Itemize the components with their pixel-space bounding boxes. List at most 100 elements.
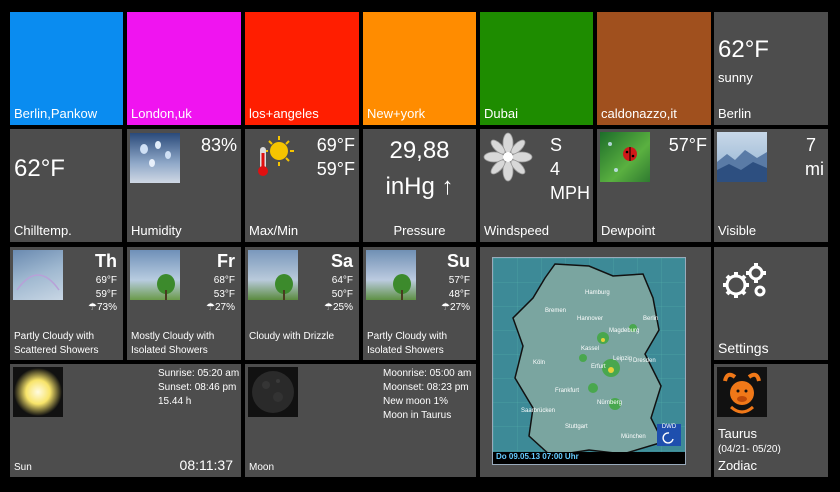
city-tile[interactable]: Dubai (480, 12, 593, 125)
city-name: Berlin,Pankow (14, 106, 98, 121)
dewpoint-tile[interactable]: 57°F Dewpoint (597, 129, 711, 242)
forecast-desc-line1: Cloudy with Drizzle (249, 331, 335, 342)
current-condition: sunny (718, 70, 753, 85)
map-city-label: Bremen (545, 308, 567, 314)
forecast-rain-chance: ☂25% (324, 302, 353, 313)
visible-value: 7 (805, 135, 816, 155)
pressure-tile[interactable]: 29,88 inHg ↑ Pressure (363, 129, 476, 242)
zodiac-range: (04/21- 05/20) (718, 444, 781, 455)
day-length: 15.44 h (158, 396, 192, 407)
city-name: los+angeles (249, 106, 319, 121)
city-tile[interactable]: New+york (363, 12, 476, 125)
forecast-high: 64°F (331, 275, 353, 286)
chill-label: Chilltemp. (14, 223, 72, 238)
map-city-label: Nürnberg (597, 400, 623, 406)
settings-tile[interactable]: Settings (714, 247, 828, 360)
city-tile[interactable]: Berlin,Pankow (10, 12, 123, 125)
wind-label: Windspeed (484, 223, 550, 238)
humidity-label: Humidity (131, 223, 182, 238)
city-tile[interactable]: London,uk (127, 12, 241, 125)
forecast-desc-line2: Isolated Showers (131, 345, 208, 356)
moon-tile[interactable]: Moonrise: 05:00 am Moonset: 08:23 pm New… (245, 364, 476, 477)
map-city-label: Berlin (643, 316, 659, 322)
wind-fan-icon (482, 131, 534, 183)
city-name: caldonazzo,it (601, 106, 677, 121)
sun-tile[interactable]: Sunrise: 05:20 am Sunset: 08:46 pm 15.44… (10, 364, 241, 477)
forecast-desc-line2: Isolated Showers (367, 345, 444, 356)
moon-label: Moon (249, 462, 275, 473)
visible-tile[interactable]: 7 mi Visible (714, 129, 828, 242)
forecast-day: Th (95, 251, 117, 271)
min-temp: 59°F (316, 159, 355, 179)
map-city-label: Hannover (577, 316, 604, 322)
clock-time: 08:11:37 (179, 457, 233, 473)
pressure-value: 29,88 (389, 137, 450, 164)
humidity-value: 83% (200, 135, 237, 155)
zodiac-tile[interactable]: Taurus (04/21- 05/20) Zodiac (714, 364, 828, 477)
max-temp: 69°F (316, 135, 355, 155)
map-city-label: München (621, 434, 646, 440)
forecast-day-tile[interactable]: Fr 68°F 53°F ☂27% Mostly Cloudy with Iso… (127, 247, 241, 360)
windspeed-tile[interactable]: S 4 MPH Windspeed (480, 129, 593, 242)
city-tile[interactable]: caldonazzo,it (597, 12, 711, 125)
map-city-label: Leipzig (613, 356, 633, 362)
dewpoint-label: Dewpoint (601, 223, 656, 238)
map-city-label: Kassel (581, 346, 600, 352)
forecast-rain-chance: ☂73% (88, 302, 117, 313)
humidity-icon (130, 133, 180, 183)
forecast-desc-line2: Scattered Showers (14, 345, 99, 356)
maxmin-label: Max/Min (249, 223, 299, 238)
ladybug-leaf-icon (600, 132, 650, 182)
forecast-desc-line1: Partly Cloudy with (367, 331, 448, 342)
forecast-day: Sa (330, 251, 353, 271)
maxmin-tile[interactable]: 69°F 59°F Max/Min (245, 129, 359, 242)
wind-unit: MPH (550, 183, 590, 203)
forecast-low: 50°F (331, 289, 353, 300)
forecast-desc-line1: Mostly Cloudy with (131, 331, 215, 342)
pressure-unit: inHg ↑ (385, 173, 454, 200)
forecast-weather-icon (130, 250, 180, 300)
forecast-weather-icon (13, 250, 63, 300)
radar-map: Hamburg Bremen Hannover Berlin Dresden Leipzi… (492, 257, 686, 465)
forecast-rain-chance: ☂27% (441, 302, 470, 313)
city-tile[interactable]: los+angeles (245, 12, 359, 125)
forecast-low: 48°F (448, 289, 470, 300)
city-name: New+york (367, 106, 426, 121)
map-city-label: Hamburg (585, 290, 610, 296)
map-city-label: Magdeburg (609, 328, 640, 334)
zodiac-label: Zodiac (718, 458, 758, 473)
forecast-day-tile[interactable]: Sa 64°F 50°F ☂25% Cloudy with Drizzle (245, 247, 359, 360)
city-name: Dubai (484, 106, 518, 121)
moonrise: Moonrise: 05:00 am (383, 368, 472, 379)
map-city-label: Saarbrücken (521, 408, 556, 414)
visible-unit: mi (805, 159, 824, 179)
forecast-weather-icon (366, 250, 416, 300)
forecast-day-tile[interactable]: Th 69°F 59°F ☂73% Partly Cloudy with Sca… (10, 247, 123, 360)
city-name: London,uk (131, 106, 192, 121)
map-city-label: Dresden (633, 358, 656, 364)
chill-temp: 62°F (14, 155, 65, 182)
forecast-desc-line1: Partly Cloudy with (14, 331, 95, 342)
sun-icon (13, 367, 63, 417)
pressure-label: Pressure (393, 223, 446, 238)
humidity-tile[interactable]: 83% Humidity (127, 129, 241, 242)
forecast-day: Su (446, 251, 470, 271)
current-weather-tile[interactable]: 62°F sunny Berlin (714, 12, 828, 125)
map-city-label: Erfurt (591, 364, 606, 370)
moon-sign: Moon in Taurus (383, 410, 452, 421)
forecast-day: Fr (217, 251, 235, 271)
forecast-day-tile[interactable]: Su 57°F 48°F ☂27% Partly Cloudy with Iso… (363, 247, 476, 360)
radar-map-tile[interactable]: Hamburg Bremen Hannover Berlin Dresden Leipzi… (480, 247, 711, 477)
forecast-high: 69°F (95, 275, 117, 286)
moon-icon (248, 367, 298, 417)
forecast-low: 53°F (213, 289, 235, 300)
chilltemp-tile[interactable]: 62°F Chilltemp. (10, 129, 122, 242)
moonset: Moonset: 08:23 pm (383, 382, 469, 393)
map-city-label: Köln (533, 360, 546, 366)
visible-label: Visible (718, 223, 757, 238)
current-city: Berlin (718, 106, 752, 121)
dwd-logo: DWD (657, 424, 681, 446)
forecast-high: 57°F (448, 275, 470, 286)
sun-label: Sun (14, 462, 32, 473)
settings-label: Settings (718, 340, 769, 356)
